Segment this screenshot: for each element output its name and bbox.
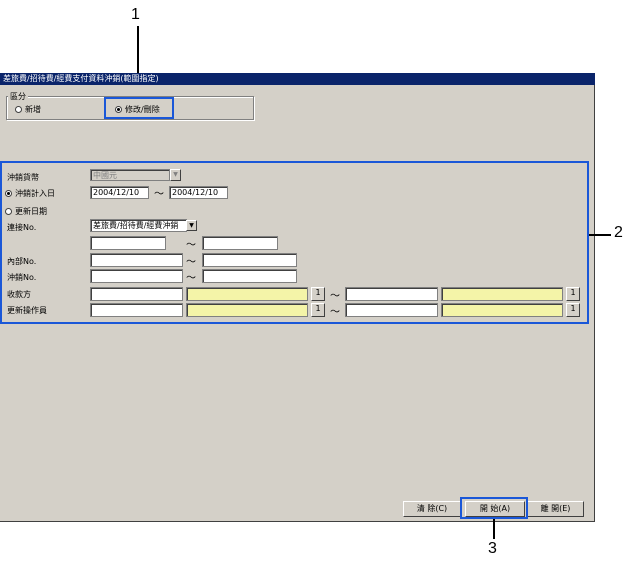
clear-button[interactable]: 清 除(C) bbox=[403, 501, 461, 517]
close-button[interactable]: 離 開(E) bbox=[527, 501, 584, 517]
annotation-3-line bbox=[493, 519, 495, 539]
radio-new[interactable]: 新增 bbox=[15, 104, 41, 115]
callout-box-3 bbox=[460, 497, 528, 519]
callout-box-1 bbox=[104, 97, 174, 119]
category-label: 區分 bbox=[8, 91, 28, 102]
radio-new-label: 新增 bbox=[25, 105, 41, 114]
annotation-2-line bbox=[589, 234, 611, 236]
annotation-2: 2 bbox=[614, 224, 623, 241]
radio-new-indicator[interactable] bbox=[15, 106, 22, 113]
annotation-3: 3 bbox=[488, 540, 497, 557]
callout-box-2 bbox=[0, 161, 589, 324]
window-title: 差旅費/招待費/經費支付資料沖銷(範圍指定) bbox=[0, 73, 595, 85]
annotation-1: 1 bbox=[131, 6, 140, 23]
